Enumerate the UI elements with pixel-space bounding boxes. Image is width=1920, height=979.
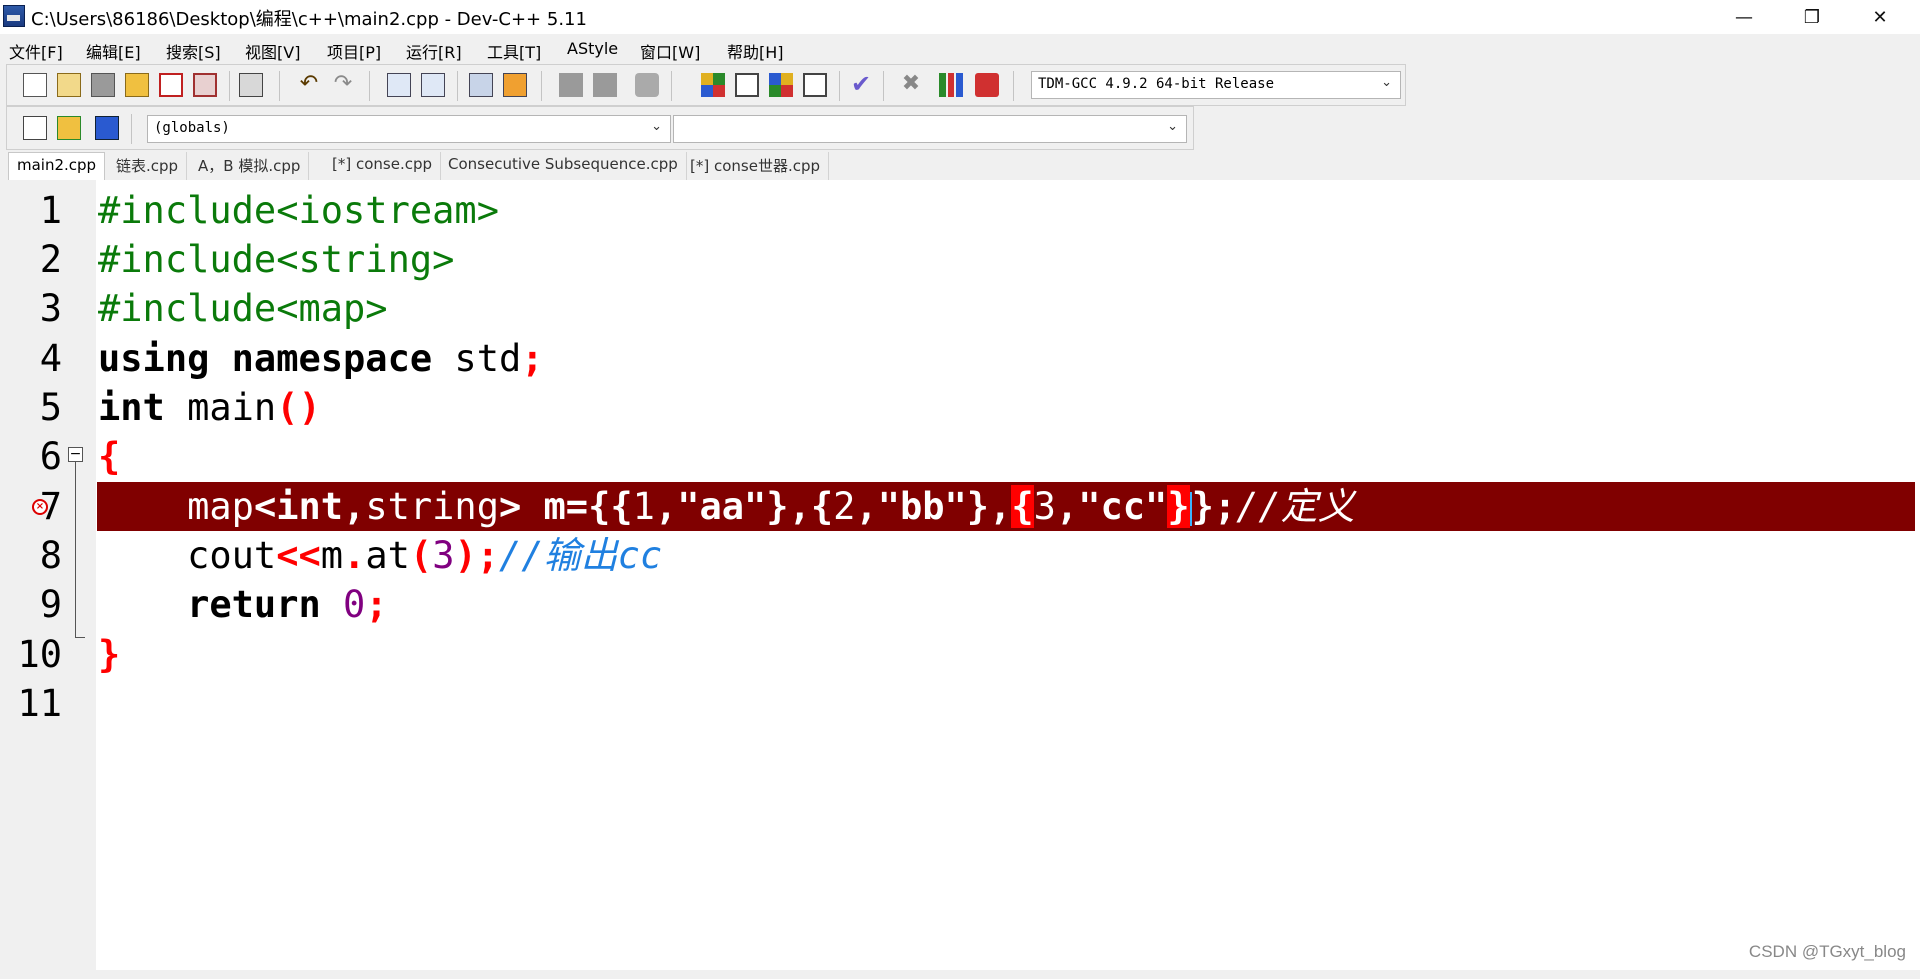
line-number: 4 (39, 337, 62, 380)
undo-icon[interactable]: ↶ (297, 73, 321, 97)
menu-bar: 文件[F] 编辑[E] 搜索[S] 视图[V] 项目[P] 运行[R] 工具[T… (0, 34, 1920, 64)
fold-guide-end (75, 637, 85, 638)
compile-icon[interactable] (701, 73, 725, 97)
run-icon[interactable] (735, 73, 759, 97)
menu-project[interactable]: 项目[P] (327, 39, 381, 63)
line-number: 5 (39, 386, 62, 429)
new-file-icon[interactable] (23, 73, 47, 97)
menu-file[interactable]: 文件[F] (9, 39, 63, 63)
compile-run-icon[interactable] (769, 73, 793, 97)
tab-conse-cpp[interactable]: [*] conse.cpp (324, 152, 442, 180)
syntax-check-icon[interactable]: ✔ (849, 72, 873, 97)
rebuild-all-icon[interactable] (803, 73, 827, 97)
code-line-3: #include<map> (98, 287, 388, 330)
code-line-5: int main() (98, 386, 321, 429)
scope-select[interactable]: (globals) ⌄ (147, 115, 671, 143)
tab-main2-cpp[interactable]: main2.cpp (8, 152, 106, 180)
tab-linked-list-cpp[interactable]: 链表.cpp (108, 152, 188, 180)
close-button[interactable]: ✕ (1846, 0, 1914, 34)
unindent-icon[interactable] (503, 73, 527, 97)
line-number: 9 (39, 583, 62, 626)
code-line-2: #include<string> (98, 238, 455, 281)
fold-collapse-icon[interactable]: − (68, 447, 83, 462)
redo-icon[interactable]: ↷ (331, 73, 355, 97)
code-editor[interactable]: 1 2 3 4 5 6 7 8 9 10 11 × − #include<ios… (0, 180, 1920, 970)
menu-help[interactable]: 帮助[H] (727, 39, 784, 63)
status-strip (0, 970, 1920, 979)
code-line-10: } (98, 633, 121, 676)
goto-forward-icon[interactable] (593, 73, 617, 97)
restore-button[interactable]: ❐ (1778, 0, 1846, 34)
tab-consecutive-subsequence-cpp[interactable]: Consecutive Subsequence.cpp (440, 152, 687, 180)
print-icon[interactable] (239, 73, 263, 97)
save-icon[interactable] (91, 73, 115, 97)
find-icon[interactable] (387, 73, 411, 97)
menu-view[interactable]: 视图[V] (245, 39, 300, 63)
profile-analysis-icon[interactable] (939, 73, 963, 97)
chevron-down-icon: ⌄ (651, 119, 662, 134)
code-line-9: return 0; (98, 583, 388, 626)
open-file-icon[interactable] (57, 73, 81, 97)
code-line-8: cout<<m.at(3);//输出cc (98, 534, 663, 577)
goto-bookmark-icon[interactable] (95, 116, 119, 140)
line-number: 8 (39, 534, 62, 577)
title-bar: C:\Users\86186\Desktop\编程\c++\main2.cpp … (0, 0, 1920, 34)
toggle-bookmark-icon[interactable] (57, 116, 81, 140)
tab-conse2-cpp[interactable]: [*] conse世器.cpp (682, 152, 830, 180)
watermark: CSDN @TGxyt_blog (1748, 942, 1906, 961)
delete-profile-icon[interactable] (975, 73, 999, 97)
class-browser-toolbar: (globals) ⌄ ⌄ (6, 106, 1194, 150)
line-number: 2 (39, 238, 62, 281)
line-number: 1 (39, 189, 62, 232)
code-line-7: map<int,string> m={{1,"aa"},{2,"bb"},{3,… (98, 485, 1355, 528)
compiler-select[interactable]: TDM-GCC 4.9.2 64-bit Release ⌄ (1031, 71, 1401, 99)
line-number: 10 (17, 633, 62, 676)
insert-icon[interactable] (23, 116, 47, 140)
line-number-gutter: 1 2 3 4 5 6 7 8 9 10 11 × − (0, 180, 96, 970)
bookmark-icon[interactable] (635, 73, 659, 97)
line-number: 7 (39, 485, 62, 528)
chevron-down-icon: ⌄ (1167, 119, 1178, 134)
menu-edit[interactable]: 编辑[E] (86, 39, 141, 63)
save-all-icon[interactable] (125, 73, 149, 97)
main-toolbar: ↶ ↷ ✔ ✖ TDM-GCC 4.9.2 64-bit Release ⌄ (6, 64, 1406, 106)
menu-astyle[interactable]: AStyle (567, 39, 618, 58)
close-file-icon[interactable] (159, 73, 183, 97)
indent-icon[interactable] (469, 73, 493, 97)
scope-select-value: (globals) (154, 120, 230, 136)
line-number: 11 (17, 682, 62, 725)
file-tabs: main2.cpp 链表.cpp A，B 模拟.cpp [*] conse.cp… (0, 152, 1920, 180)
stop-execution-icon[interactable]: ✖ (899, 73, 923, 97)
fold-guide-line (75, 462, 76, 638)
error-marker-icon[interactable]: × (32, 499, 48, 515)
code-line-1: #include<iostream> (98, 189, 499, 232)
goto-back-icon[interactable] (559, 73, 583, 97)
menu-search[interactable]: 搜索[S] (166, 39, 221, 63)
chevron-down-icon: ⌄ (1381, 75, 1392, 90)
compiler-select-value: TDM-GCC 4.9.2 64-bit Release (1038, 76, 1275, 92)
devcpp-app-icon[interactable] (3, 5, 25, 27)
code-line-6: { (98, 435, 121, 478)
function-select[interactable]: ⌄ (673, 115, 1187, 143)
tab-ab-simulation-cpp[interactable]: A，B 模拟.cpp (190, 152, 310, 180)
minimize-button[interactable]: — (1710, 0, 1778, 34)
line-number: 3 (39, 287, 62, 330)
close-all-icon[interactable] (193, 73, 217, 97)
menu-tools[interactable]: 工具[T] (487, 39, 541, 63)
replace-icon[interactable] (421, 73, 445, 97)
menu-run[interactable]: 运行[R] (406, 39, 462, 63)
line-number: 6 (39, 435, 62, 478)
window-title: C:\Users\86186\Desktop\编程\c++\main2.cpp … (31, 9, 587, 30)
menu-window[interactable]: 窗口[W] (640, 39, 700, 63)
code-line-4: using namespace std; (98, 337, 544, 380)
